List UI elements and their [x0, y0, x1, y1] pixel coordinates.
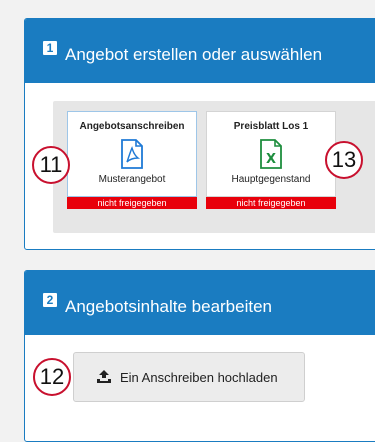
upload-cover-letter-button[interactable]: Ein Anschreiben hochladen — [73, 352, 305, 402]
document-subtitle: Hauptgegenstand — [231, 174, 311, 185]
panel-title: Angebotsinhalte bearbeiten — [65, 297, 272, 316]
upload-button-label: Ein Anschreiben hochladen — [120, 370, 278, 385]
status-badge: nicht freigegeben — [206, 197, 336, 209]
step-badge: 2 — [43, 293, 57, 307]
create-offer-panel: 1 Angebot erstellen oder auswählen Angeb… — [24, 18, 375, 250]
svg-text:X: X — [266, 152, 276, 167]
upload-icon — [96, 369, 112, 386]
status-badge: nicht freigegeben — [67, 197, 197, 209]
document-card-price-sheet[interactable]: Preisblatt Los 1 X Hauptgegenstand — [206, 111, 336, 197]
document-title: Preisblatt Los 1 — [233, 121, 309, 132]
annotation-marker: 11 — [32, 146, 70, 184]
pdf-file-icon — [68, 138, 196, 170]
panel-header: 2 Angebotsinhalte bearbeiten — [25, 271, 375, 335]
excel-file-icon: X — [207, 138, 335, 170]
step-badge: 1 — [43, 41, 57, 55]
document-subtitle: Musterangebot — [98, 174, 166, 185]
panel-title: Angebot erstellen oder auswählen — [65, 45, 323, 64]
document-card-cover-letter[interactable]: Angebotsanschreiben Musterangebot — [67, 111, 197, 197]
panel-header: 1 Angebot erstellen oder auswählen — [25, 19, 375, 83]
annotation-marker: 13 — [325, 141, 363, 179]
annotation-marker: 12 — [33, 358, 71, 396]
document-title: Angebotsanschreiben — [79, 121, 185, 132]
